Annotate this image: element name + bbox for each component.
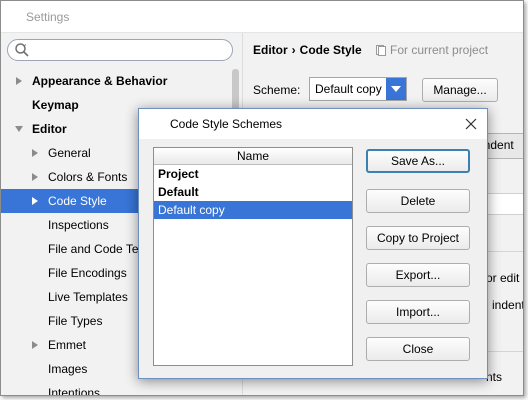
sidebar-item-label: Inspections [48, 218, 109, 232]
sidebar-item[interactable]: Intentions [1, 381, 241, 396]
expand-arrow-right-icon[interactable] [31, 149, 39, 157]
chevron-down-icon [391, 86, 401, 92]
sidebar-item-label: Emmet [48, 338, 87, 352]
page-icon [376, 45, 386, 57]
sidebar-item-label: Editor [32, 122, 67, 136]
scheme-list[interactable]: Name Project Default Default copy [153, 147, 353, 366]
copy-to-project-button[interactable]: Copy to Project [366, 226, 470, 250]
option-fragment: l indent [486, 298, 524, 312]
expand-arrow-right-icon[interactable] [31, 341, 39, 349]
sidebar-item-label: Images [48, 362, 88, 376]
close-icon[interactable] [463, 116, 479, 132]
breadcrumb-separator: › [291, 43, 296, 57]
breadcrumb-code-style: Code Style [299, 43, 362, 57]
scheme-list-item[interactable]: Default [154, 183, 352, 201]
breadcrumb-editor: Editor [253, 43, 288, 57]
breadcrumb: Editor › Code Style For current project [253, 43, 488, 57]
sidebar-item-label: Colors & Fonts [48, 170, 128, 184]
window-title: Settings [26, 10, 70, 24]
dialog-titlebar: Code Style Schemes [139, 109, 487, 139]
sidebar-item-label: Live Templates [48, 290, 128, 304]
import-button[interactable]: Import... [366, 300, 470, 324]
sidebar-item[interactable]: Appearance & Behavior [1, 69, 241, 93]
expand-arrow-right-icon[interactable] [31, 173, 39, 181]
scheme-label: Scheme: [253, 83, 301, 97]
sidebar-item-label: File and Code Ter [48, 242, 143, 256]
code-style-schemes-dialog: Code Style Schemes Name Project Default De… [138, 108, 488, 379]
search-icon [15, 43, 29, 57]
project-scope-note: For current project [376, 43, 488, 57]
sidebar-item-label: Code Style [48, 194, 107, 208]
tab-indent-fragment[interactable]: endent [482, 133, 523, 159]
scheme-list-item[interactable]: Default copy [154, 201, 352, 219]
expand-arrow-right-icon[interactable] [31, 197, 39, 205]
settings-titlebar: Settings [1, 1, 523, 33]
option-fragment: nts [486, 370, 503, 384]
settings-field-fragment [482, 193, 523, 215]
column-header-name[interactable]: Name [154, 148, 352, 165]
project-note-text: For current project [390, 43, 489, 57]
option-fragment: or edit [486, 271, 520, 285]
sidebar-item-label: Intentions [48, 386, 101, 396]
sidebar-item-label: File Types [48, 314, 103, 328]
dialog-title: Code Style Schemes [170, 117, 283, 131]
sidebar-item-label: File Encodings [48, 266, 127, 280]
expand-arrow-down-icon[interactable] [15, 125, 23, 133]
expand-arrow-right-icon[interactable] [15, 77, 23, 85]
scheme-dropdown-button[interactable] [386, 78, 406, 100]
sidebar-item-label: Appearance & Behavior [32, 74, 168, 88]
search-field[interactable] [7, 39, 233, 61]
search-input[interactable] [34, 42, 228, 60]
sidebar-item-label: Keymap [32, 98, 79, 112]
save-as-button[interactable]: Save As... [366, 149, 470, 173]
scheme-select-value: Default copy [315, 82, 382, 96]
export-button[interactable]: Export... [366, 263, 470, 287]
delete-button[interactable]: Delete [366, 189, 470, 213]
scheme-select[interactable]: Default copy [309, 77, 407, 101]
manage-button[interactable]: Manage... [422, 78, 498, 102]
sidebar-item-label: General [48, 146, 91, 160]
scheme-list-item[interactable]: Project [154, 165, 352, 183]
close-button[interactable]: Close [366, 337, 470, 361]
